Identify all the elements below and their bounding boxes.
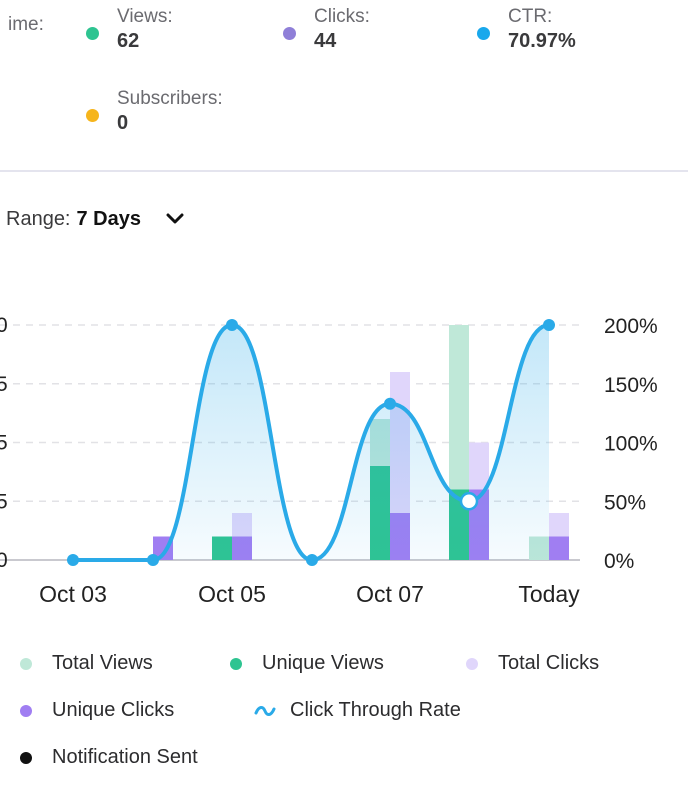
ctr-dot: [477, 27, 490, 40]
wave-icon: [254, 705, 276, 716]
x-tick-label: Oct 05: [198, 581, 266, 607]
x-tick-label: Oct 03: [39, 581, 107, 607]
left-tick-label: 0: [0, 314, 8, 337]
ctr-point: [147, 554, 159, 566]
range-label: Range:: [6, 207, 71, 230]
range-selector[interactable]: Range: 7 Days: [6, 207, 187, 231]
chevron-down-icon[interactable]: [163, 207, 187, 231]
legend-label: Unique Clicks: [52, 699, 175, 721]
legend-swatch: [466, 657, 478, 670]
legend-swatch: [20, 657, 32, 670]
ctr-point: [459, 492, 479, 511]
ctr-label: CTR:: [508, 6, 553, 27]
ctr-point: [543, 319, 555, 331]
clicks-label: Clicks:: [314, 6, 370, 27]
legend-item-click-through-rate[interactable]: Click Through Rate: [254, 699, 461, 722]
clicks-value: 44: [314, 30, 337, 52]
stat-clicks: Clicks: 44: [283, 6, 370, 54]
left-tick-label: 0: [0, 549, 8, 572]
stats-summary: ime: Views: 62 Clicks: 44 CTR: 70.97% Su…: [0, 0, 688, 170]
range-value: 7 Days: [76, 207, 142, 230]
legend-swatch: [20, 751, 32, 764]
right-tick-label: 50%: [604, 491, 646, 514]
left-tick-label: 5: [0, 490, 8, 513]
section-divider: [0, 170, 688, 172]
subscribers-value: 0: [117, 112, 129, 134]
legend-label: Notification Sent: [52, 746, 198, 768]
ctr-point: [384, 397, 396, 410]
legend-item-unique-views[interactable]: Unique Views: [230, 652, 384, 675]
ctr-value: 70.97%: [508, 30, 576, 52]
legend-swatch: [20, 704, 32, 717]
subscribers-dot: [86, 109, 99, 122]
legend-item-unique-clicks[interactable]: Unique Clicks: [20, 699, 174, 722]
legend-item-total-views[interactable]: Total Views: [20, 652, 153, 675]
stat-ctr: CTR: 70.97%: [477, 6, 576, 54]
legend-item-notification-sent[interactable]: Notification Sent: [20, 746, 198, 769]
ctr-point: [306, 554, 318, 566]
views-dot: [86, 27, 99, 40]
engagement-chart: 0 5 5 5 0 0% 50% 100% 150% 200% Oct 03 Oct 05 Oct 07…: [0, 314, 658, 607]
subscribers-label: Subscribers:: [117, 88, 223, 109]
right-tick-label: 0%: [604, 550, 634, 573]
bar-unique-clicks: [549, 536, 569, 560]
left-tick-label: 5: [0, 432, 8, 455]
right-tick-label: 100%: [604, 433, 658, 456]
legend-item-total-clicks[interactable]: Total Clicks: [466, 652, 599, 675]
timeframe-label: ime:: [8, 14, 44, 35]
legend-swatch: [230, 657, 242, 670]
legend-label: Unique Views: [262, 652, 384, 674]
right-tick-label: 150%: [604, 374, 658, 397]
stat-views: Views: 62: [86, 6, 173, 54]
left-tick-label: 5: [0, 373, 8, 396]
legend-label: Click Through Rate: [290, 699, 461, 721]
stat-subscribers: Subscribers: 0: [86, 88, 223, 136]
ctr-point: [67, 554, 79, 566]
views-label: Views:: [117, 6, 173, 27]
x-tick-label: Oct 07: [356, 581, 424, 607]
clicks-dot: [283, 27, 296, 40]
legend-label: Total Views: [52, 652, 153, 674]
x-tick-label: Today: [518, 581, 580, 607]
legend-label: Total Clicks: [498, 652, 600, 674]
right-tick-label: 200%: [604, 315, 658, 338]
views-value: 62: [117, 30, 140, 52]
ctr-point: [226, 319, 238, 331]
